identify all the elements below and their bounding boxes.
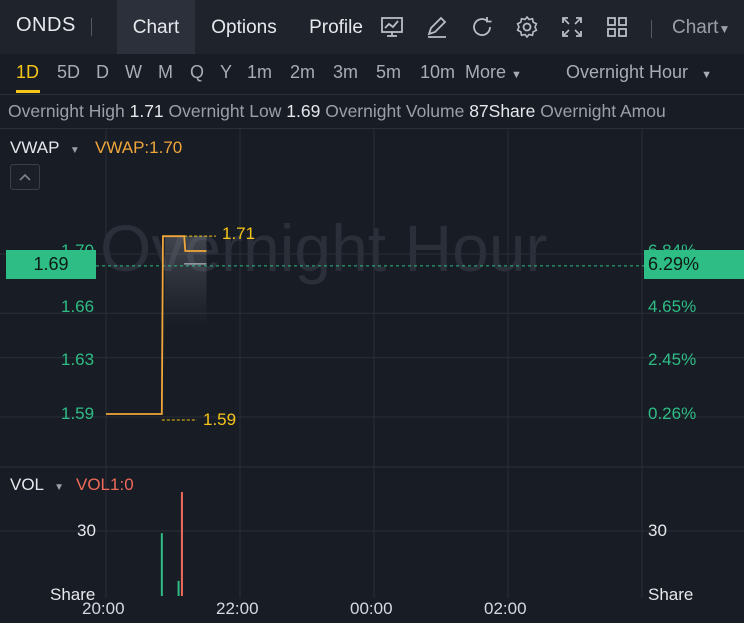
- vol-right-label: 30: [648, 521, 667, 540]
- current-price-tag: 1.69: [6, 250, 96, 279]
- volume-series: [160, 492, 183, 596]
- vol-indicator-toggle[interactable]: VOL ▼: [10, 475, 64, 495]
- caret-down-icon: ▼: [69, 145, 80, 156]
- y-left-label: 1.66: [61, 297, 95, 316]
- vol-indicator-label: VOL: [10, 475, 44, 494]
- y-left-label: 1.63: [61, 350, 95, 369]
- y-left-label: 1.59: [61, 404, 95, 423]
- collapse-button[interactable]: [10, 164, 40, 190]
- y-right-label: 4.65%: [648, 297, 697, 316]
- chart-grid: [0, 129, 744, 598]
- caret-down-icon: ▼: [54, 482, 65, 493]
- chevron-up-icon: [19, 173, 31, 181]
- volume-bar: [160, 533, 163, 596]
- x-axis-label: 00:00: [350, 599, 393, 618]
- current-percent-tag: 6.29%: [644, 250, 744, 279]
- price-series: [96, 235, 644, 421]
- vol-right-label: Share: [648, 585, 694, 604]
- x-axis-label: 20:00: [82, 599, 125, 618]
- low-marker-label: 1.59: [203, 410, 237, 429]
- volume-bar: [177, 580, 180, 596]
- price-volume-chart[interactable]: [0, 0, 744, 623]
- vwap-indicator-toggle[interactable]: VWAP ▼: [10, 138, 80, 158]
- high-marker-label: 1.71: [222, 224, 256, 243]
- x-axis-label: 22:00: [216, 599, 259, 618]
- volume-bar: [180, 492, 183, 596]
- vwap-indicator-label: VWAP: [10, 138, 60, 157]
- vol-left-label: 30: [77, 521, 96, 540]
- y-right-label: 0.26%: [648, 404, 697, 423]
- y-right-label: 2.45%: [648, 350, 697, 369]
- vol-value: VOL1:0: [76, 475, 134, 494]
- vwap-value: VWAP:1.70: [95, 138, 183, 157]
- x-axis-label: 02:00: [484, 599, 527, 618]
